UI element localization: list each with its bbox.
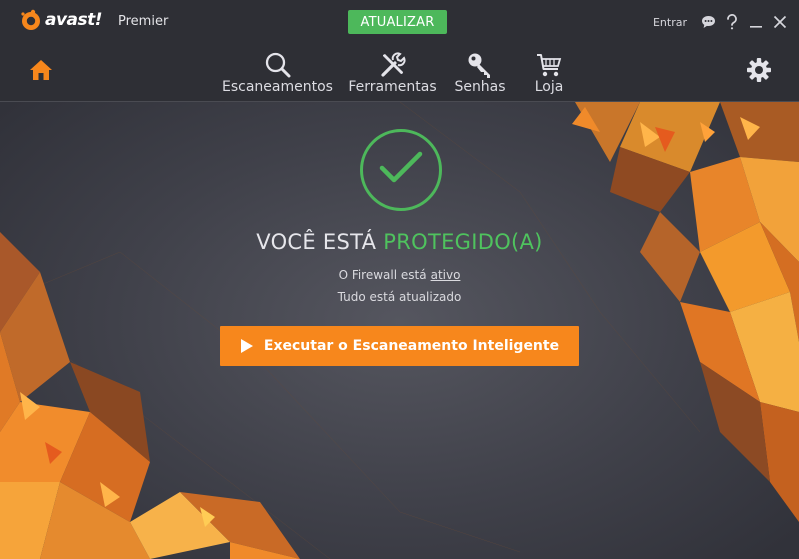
avast-logo-icon xyxy=(21,9,40,30)
gear-icon[interactable] xyxy=(746,57,772,83)
brand-name: avast! xyxy=(45,10,103,30)
nav-item-label: Ferramentas xyxy=(348,79,437,95)
main-panel: VOCÊ ESTÁ PROTEGIDO(A) O Firewall está at… xyxy=(0,102,799,559)
update-button[interactable]: ATUALIZAR xyxy=(348,10,447,34)
nav-item-loja[interactable]: Loja xyxy=(533,50,565,95)
key-icon xyxy=(468,53,490,78)
protection-status-heading: VOCÊ ESTÁ PROTEGIDO(A) xyxy=(0,230,799,254)
nav-item-escaneamentos[interactable]: Escaneamentos xyxy=(222,50,333,95)
nav-item-label: Loja xyxy=(534,79,564,95)
top-bar: avast! Premier ATUALIZAR Entrar Escaneam… xyxy=(0,0,799,102)
firewall-state-link[interactable]: ativo xyxy=(431,268,461,282)
magnifier-icon xyxy=(265,52,290,78)
cart-icon xyxy=(537,54,562,77)
home-icon[interactable] xyxy=(28,57,54,83)
nav-item-senhas[interactable]: Senhas xyxy=(453,50,507,95)
tools-icon xyxy=(380,52,405,77)
play-icon xyxy=(240,339,253,353)
window-controls: Entrar xyxy=(653,12,791,32)
avast-logo: avast! xyxy=(20,9,103,31)
close-icon[interactable] xyxy=(769,12,791,32)
firewall-text: O Firewall está xyxy=(338,268,427,282)
updates-status: Tudo está atualizado xyxy=(337,290,462,304)
smart-scan-button[interactable]: Executar o Escaneamento Inteligente xyxy=(220,326,579,366)
help-icon[interactable] xyxy=(721,12,743,32)
edition-label: Premier xyxy=(118,14,169,29)
smart-scan-label: Executar o Escaneamento Inteligente xyxy=(263,338,560,354)
status-prefix: VOCÊ ESTÁ xyxy=(256,230,377,254)
chat-icon[interactable] xyxy=(697,12,719,32)
signin-link[interactable]: Entrar xyxy=(653,16,687,29)
nav-item-ferramentas[interactable]: Ferramentas xyxy=(348,50,437,95)
firewall-status: O Firewall está ativo xyxy=(0,268,799,282)
status-state: PROTEGIDO(A) xyxy=(383,230,543,254)
checkmark-icon xyxy=(379,151,423,183)
protected-status-icon xyxy=(360,129,442,211)
minimize-icon[interactable] xyxy=(745,12,767,32)
nav-item-label: Senhas xyxy=(454,79,506,95)
nav-item-label: Escaneamentos xyxy=(222,79,333,95)
